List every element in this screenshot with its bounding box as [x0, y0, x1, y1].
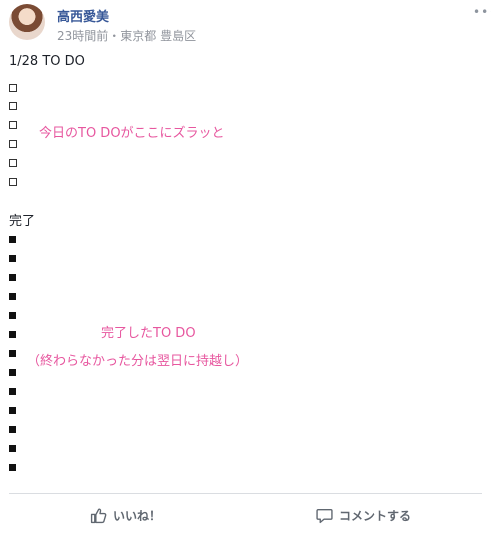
empty-checkbox-icon: [9, 102, 17, 110]
filled-square-icon: [9, 255, 16, 262]
post-meta: 23時間前・東京都 豊島区: [57, 29, 197, 43]
empty-checkbox-icon: [9, 140, 17, 148]
like-button[interactable]: いいね！: [90, 505, 161, 525]
completed-annotation-line1: 完了したTO DO: [101, 326, 196, 341]
empty-checkbox-icon: [9, 159, 17, 167]
author-name[interactable]: 高西愛美: [57, 6, 109, 25]
facebook-post: 高西愛美 23時間前・東京都 豊島区 ••• 1/28 TO DO 今日のTO …: [0, 0, 491, 533]
filled-square-icon: [9, 293, 16, 300]
completed-annotation-line2: （終わらなかった分は翌日に持越し）: [27, 354, 249, 369]
completed-header: 完了: [9, 214, 36, 229]
like-label: いいね！: [113, 508, 162, 523]
author-avatar[interactable]: [9, 4, 45, 40]
filled-square-icon: [9, 274, 16, 281]
post-title: 1/28 TO DO: [9, 54, 85, 69]
empty-checkbox-icon: [9, 121, 17, 129]
filled-square-icon: [9, 350, 16, 357]
filled-square-icon: [9, 388, 16, 395]
filled-square-icon: [9, 426, 16, 433]
filled-square-icon: [9, 407, 16, 414]
comment-bubble-icon: [316, 507, 333, 524]
filled-square-icon: [9, 312, 16, 319]
action-divider: [9, 493, 482, 494]
more-options-icon[interactable]: •••: [473, 5, 491, 19]
comment-button[interactable]: コメントする: [316, 505, 411, 525]
empty-checkbox-icon: [9, 178, 17, 186]
filled-square-icon: [9, 464, 16, 471]
empty-checkbox-icon: [9, 84, 17, 92]
filled-square-icon: [9, 445, 16, 452]
thumbs-up-icon: [90, 507, 107, 524]
todo-annotation: 今日のTO DOがここにズラッと: [39, 126, 225, 141]
comment-label: コメントする: [339, 508, 412, 523]
filled-square-icon: [9, 369, 16, 376]
filled-square-icon: [9, 236, 16, 243]
filled-square-icon: [9, 331, 16, 338]
